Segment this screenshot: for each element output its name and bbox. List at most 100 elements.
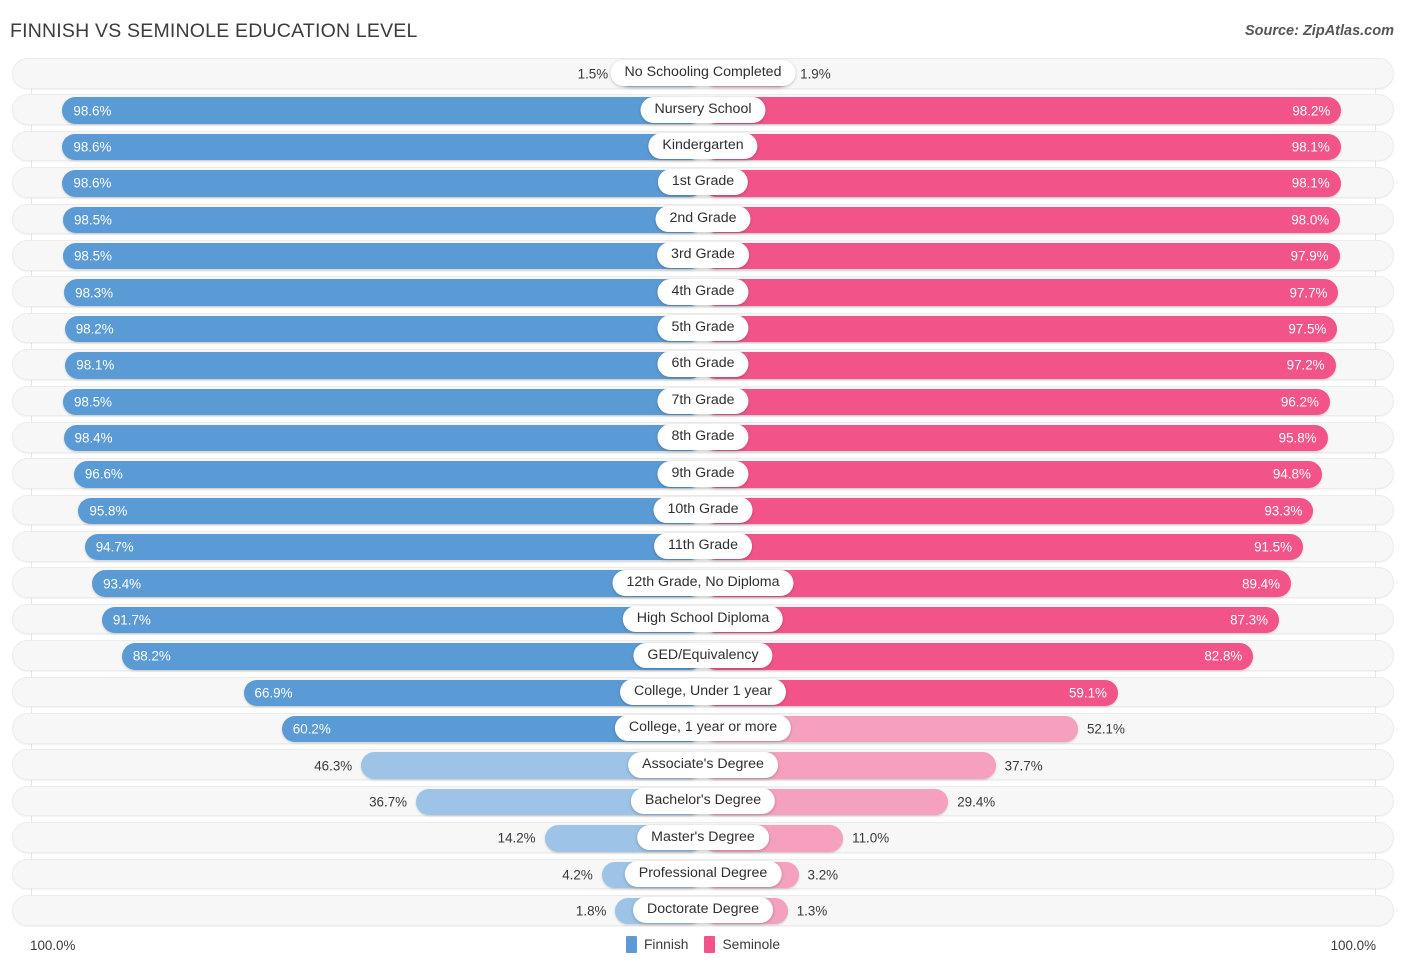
bar-seminole[interactable]: 97.7% [703,279,1339,306]
table-row: 98.1% 97.2% 6th Grade [12,349,1394,380]
legend-item-finnish[interactable]: Finnish [625,936,688,953]
bar-seminole[interactable]: 97.9% [703,242,1340,270]
table-row: 88.2% 82.8% GED/Equivalency [12,640,1394,671]
legend-label-seminole: Seminole [722,937,781,952]
bar-value-finnish: 1.8% [575,903,607,919]
category-label: Kindergarten [648,133,758,160]
category-label: High School Diploma [622,606,784,633]
bar-value-finnish: 46.3% [314,757,353,773]
bar-value-seminole: 93.3% [1264,503,1303,519]
bar-seminole[interactable]: 91.5% [703,534,1304,561]
bar-finnish[interactable]: 98.6% [62,170,703,197]
table-row: 14.2% 11.0% Master's Degree [12,822,1394,853]
table-row: 4.2% 3.2% Professional Degree [12,858,1394,890]
category-label: 6th Grade [657,351,749,378]
chart-plot-area: 1.5% 1.9% No Schooling Completed 98.6% 98.2%… [12,58,1394,930]
chart-header: FINNISH VS SEMINOLE EDUCATION LEVEL Sour… [0,0,1406,58]
bar-finnish[interactable]: 98.6% [62,97,703,124]
table-row: 98.5% 97.9% 3rd Grade [12,239,1394,271]
table-row: 91.7% 87.3% High School Diploma [12,603,1394,635]
bar-value-finnish: 98.5% [73,212,112,228]
bar-value-finnish: 98.6% [73,102,112,118]
bar-finnish[interactable]: 98.2% [64,315,703,343]
category-label: 5th Grade [657,315,749,341]
bar-value-seminole: 95.8% [1278,430,1317,446]
bar-value-seminole: 37.7% [1004,757,1043,773]
bar-finnish[interactable]: 91.7% [101,606,703,634]
category-label: Bachelor's Degree [630,788,776,815]
legend-swatch-finnish [625,936,637,953]
bar-finnish[interactable]: 98.3% [64,279,703,306]
bar-seminole[interactable]: 96.2% [703,388,1330,415]
bar-finnish[interactable]: 98.5% [62,242,703,270]
bar-row-list: 1.5% 1.9% No Schooling Completed 98.6% 98.2%… [12,58,1394,926]
bar-finnish[interactable]: 88.2% [121,643,703,670]
category-label: GED/Equivalency [633,642,773,669]
table-row: 95.8% 93.3% 10th Grade [12,494,1394,526]
category-label: No Schooling Completed [610,60,796,87]
bar-value-seminole: 98.1% [1291,139,1330,155]
table-row: 94.7% 91.5% 11th Grade [12,531,1394,562]
legend-item-seminole[interactable]: Seminole [704,936,780,953]
bar-value-finnish: 98.5% [73,248,112,264]
chart-footer: 100.0% Finnish Seminole 100.0% [12,930,1394,970]
category-label: 3rd Grade [657,242,749,269]
bar-value-seminole: 97.7% [1289,284,1328,300]
bar-finnish[interactable]: 93.4% [92,570,703,597]
category-label: 2nd Grade [655,205,751,232]
category-label: Master's Degree [637,824,769,851]
category-label: Professional Degree [624,860,782,887]
table-row: 98.5% 98.0% 2nd Grade [12,203,1394,235]
bar-seminole[interactable]: 98.1% [703,170,1341,197]
bar-value-finnish: 93.4% [103,575,142,591]
bar-value-seminole: 59.1% [1068,685,1107,701]
bar-finnish[interactable]: 98.1% [65,352,703,379]
bar-seminole[interactable]: 98.0% [703,206,1341,233]
bar-value-finnish: 1.5% [577,66,609,82]
bar-finnish[interactable]: 98.4% [63,424,703,452]
table-row: 36.7% 29.4% Bachelor's Degree [12,785,1394,817]
source-attribution: Source: ZipAtlas.com [1244,23,1394,39]
category-label: 4th Grade [657,278,749,305]
bar-finnish[interactable]: 95.8% [78,497,703,525]
bar-value-finnish: 98.6% [73,139,112,155]
bar-value-seminole: 11.0% [852,830,890,846]
bar-finnish[interactable]: 98.6% [62,133,703,161]
bar-seminole[interactable]: 95.8% [703,424,1328,452]
table-row: 98.6% 98.2% Nursery School [12,94,1394,125]
bar-value-seminole: 82.8% [1204,648,1243,664]
table-row: 93.4% 89.4% 12th Grade, No Diploma [12,567,1394,599]
category-label: Nursery School [640,96,766,123]
bar-finnish[interactable]: 98.5% [62,206,703,233]
bar-value-finnish: 98.4% [74,430,113,446]
bar-value-finnish: 98.2% [75,321,114,337]
bar-value-finnish: 91.7% [112,612,151,628]
bar-value-seminole: 1.3% [796,903,828,919]
bar-value-seminole: 96.2% [1280,394,1319,409]
bar-seminole[interactable]: 98.1% [703,133,1341,161]
bar-finnish[interactable]: 96.6% [73,461,703,488]
table-row: 1.5% 1.9% No Schooling Completed [12,58,1394,89]
bar-seminole[interactable]: 97.5% [703,315,1338,343]
bar-value-seminole: 98.2% [1292,102,1331,118]
bar-value-seminole: 91.5% [1254,539,1293,555]
bar-finnish[interactable]: 98.5% [62,388,703,415]
bar-seminole[interactable]: 93.3% [703,497,1314,525]
axis-label-left-max: 100.0% [30,938,76,953]
bar-finnish[interactable]: 94.7% [84,534,703,561]
bar-value-finnish: 98.3% [75,284,114,300]
category-label: 7th Grade [657,387,749,414]
table-row: 98.6% 98.1% Kindergarten [12,130,1394,162]
table-row: 98.2% 97.5% 5th Grade [12,312,1394,344]
bar-seminole[interactable]: 82.8% [703,643,1254,670]
axis-label-right-max: 100.0% [1330,938,1376,953]
bar-value-finnish: 98.5% [73,394,112,409]
bar-seminole[interactable]: 94.8% [703,461,1322,488]
table-row: 98.4% 95.8% 8th Grade [12,421,1394,453]
bar-seminole[interactable]: 87.3% [703,606,1280,634]
bar-seminole[interactable]: 98.2% [703,97,1342,124]
bar-value-finnish: 66.9% [254,685,293,701]
bar-seminole[interactable]: 97.2% [703,352,1336,379]
bar-value-seminole: 98.0% [1291,212,1330,228]
table-row: 98.3% 97.7% 4th Grade [12,276,1394,307]
